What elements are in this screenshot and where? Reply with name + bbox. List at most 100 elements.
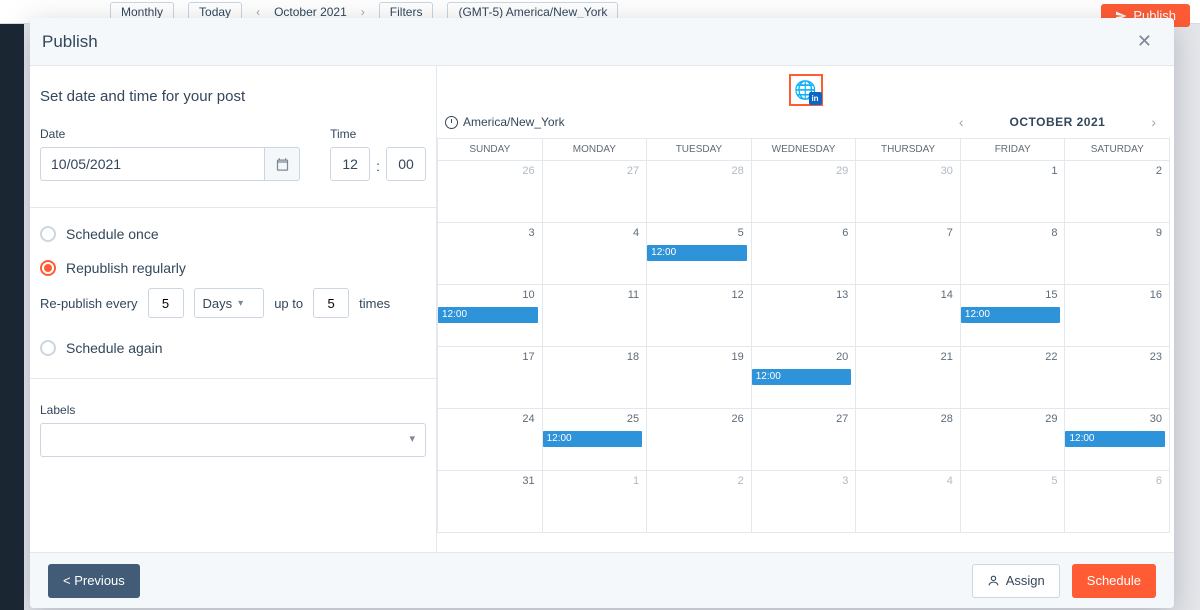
calendar-day-number: 13 xyxy=(836,289,848,301)
calendar-day-cell[interactable]: 23 xyxy=(1065,347,1170,409)
calendar-day-cell[interactable]: 25 12:00 xyxy=(543,409,648,471)
calendar-picker-icon[interactable] xyxy=(264,147,300,181)
calendar-day-cell[interactable]: 19 xyxy=(647,347,752,409)
calendar-day-number: 26 xyxy=(522,165,534,177)
calendar-day-cell[interactable]: 26 xyxy=(647,409,752,471)
calendar-prev-month[interactable]: ‹ xyxy=(953,114,970,130)
calendar-day-cell[interactable]: 11 xyxy=(543,285,648,347)
calendar-day-cell[interactable]: 6 xyxy=(1065,471,1170,533)
labels-label: Labels xyxy=(40,403,426,417)
calendar-day-cell[interactable]: 9 xyxy=(1065,223,1170,285)
calendar-day-number: 7 xyxy=(947,227,953,239)
repub-unit-select[interactable]: Days xyxy=(194,288,265,318)
calendar-day-header: WEDNESDAY xyxy=(752,139,857,161)
calendar-day-cell[interactable]: 7 xyxy=(856,223,961,285)
calendar-day-cell[interactable]: 16 xyxy=(1065,285,1170,347)
calendar-day-number: 28 xyxy=(941,413,953,425)
radio-schedule-again[interactable]: Schedule again xyxy=(40,340,426,356)
calendar-day-cell[interactable]: 4 xyxy=(543,223,648,285)
calendar-day-header: MONDAY xyxy=(543,139,648,161)
assign-button[interactable]: Assign xyxy=(972,564,1060,598)
calendar-day-cell[interactable]: 21 xyxy=(856,347,961,409)
repub-upto-input[interactable] xyxy=(313,288,349,318)
calendar-day-number: 18 xyxy=(627,351,639,363)
calendar-day-cell[interactable]: 1 xyxy=(961,161,1066,223)
calendar-day-number: 30 xyxy=(1150,413,1162,425)
calendar-day-cell[interactable]: 1512:00 xyxy=(961,285,1066,347)
radio-icon xyxy=(40,226,56,242)
calendar-day-cell[interactable]: 2012:00 xyxy=(752,347,857,409)
previous-button[interactable]: < Previous xyxy=(48,564,140,598)
calendar-day-cell[interactable]: 17 xyxy=(438,347,543,409)
calendar-day-cell[interactable]: 18 xyxy=(543,347,648,409)
calendar-day-cell[interactable]: 4 xyxy=(856,471,961,533)
calendar-day-cell[interactable]: 28 xyxy=(647,161,752,223)
calendar-day-cell[interactable]: 29 xyxy=(961,409,1066,471)
radio-schedule-once[interactable]: Schedule once xyxy=(40,226,426,242)
calendar-day-cell[interactable]: 24 xyxy=(438,409,543,471)
calendar-day-cell[interactable]: 3 xyxy=(752,471,857,533)
calendar-day-cell[interactable]: 31 xyxy=(438,471,543,533)
calendar-event[interactable]: 12:00 xyxy=(752,369,852,385)
calendar-day-number: 12 xyxy=(731,289,743,301)
calendar-event[interactable]: 12:00 xyxy=(543,431,643,447)
schedule-button[interactable]: Schedule xyxy=(1072,564,1156,598)
close-icon[interactable]: ✕ xyxy=(1133,27,1156,56)
calendar-day-cell[interactable]: 27 xyxy=(752,409,857,471)
calendar-event[interactable]: 12:00 xyxy=(438,307,538,323)
calendar-day-cell[interactable]: 6 xyxy=(752,223,857,285)
bg-prev-arrow[interactable]: ‹ xyxy=(256,5,260,19)
publish-settings-panel: Set date and time for your post Date Tim… xyxy=(30,66,437,552)
radio-icon xyxy=(40,260,56,276)
time-minute-input[interactable] xyxy=(386,147,426,181)
calendar-day-cell[interactable]: 12 xyxy=(647,285,752,347)
calendar-day-number: 5 xyxy=(738,227,744,239)
calendar-day-cell[interactable]: 13 xyxy=(752,285,857,347)
calendar-day-cell[interactable]: 2 xyxy=(1065,161,1170,223)
calendar-day-cell[interactable]: 28 xyxy=(856,409,961,471)
calendar-month-label: OCTOBER 2021 xyxy=(1010,115,1106,129)
modal-title: Publish xyxy=(42,32,98,52)
time-separator: : xyxy=(376,158,380,181)
calendar-day-cell[interactable]: 2 xyxy=(647,471,752,533)
radio-republish-regularly[interactable]: Republish regularly xyxy=(40,260,426,276)
calendar-day-number: 29 xyxy=(1045,413,1057,425)
calendar-day-cell[interactable]: 26 xyxy=(438,161,543,223)
time-hour-input[interactable] xyxy=(330,147,370,181)
calendar-day-cell[interactable]: 30 12:00 xyxy=(1065,409,1170,471)
calendar-event[interactable]: 12:00 xyxy=(961,307,1061,323)
repub-interval-input[interactable] xyxy=(148,288,184,318)
calendar-day-cell[interactable]: 30 xyxy=(856,161,961,223)
calendar-next-month[interactable]: › xyxy=(1145,114,1162,130)
bg-month: October 2021 xyxy=(274,5,347,19)
calendar-icon xyxy=(275,157,290,172)
calendar-day-number: 25 xyxy=(627,413,639,425)
calendar-day-cell[interactable]: 8 xyxy=(961,223,1066,285)
calendar-day-cell[interactable]: 27 xyxy=(543,161,648,223)
calendar-day-cell[interactable]: 1012:00 xyxy=(438,285,543,347)
calendar-day-number: 19 xyxy=(731,351,743,363)
calendar-day-cell[interactable]: 29 xyxy=(752,161,857,223)
calendar-event[interactable]: 12:00 xyxy=(647,245,747,261)
calendar-day-cell[interactable]: 22 xyxy=(961,347,1066,409)
account-badge[interactable]: 🌐 in xyxy=(789,74,823,106)
calendar-day-number: 6 xyxy=(842,227,848,239)
radio-icon xyxy=(40,340,56,356)
calendar-day-header: THURSDAY xyxy=(856,139,961,161)
calendar-day-number: 1 xyxy=(1051,165,1057,177)
clock-icon xyxy=(445,116,458,129)
calendar-timezone-label: America/New_York xyxy=(463,115,565,129)
bg-next-arrow[interactable]: › xyxy=(361,5,365,19)
modal-header: Publish ✕ xyxy=(30,18,1174,66)
calendar-day-cell[interactable]: 3 xyxy=(438,223,543,285)
calendar-event[interactable]: 12:00 xyxy=(1065,431,1165,447)
date-input[interactable] xyxy=(40,147,264,181)
calendar-day-cell[interactable]: 1 xyxy=(543,471,648,533)
calendar-day-cell[interactable]: 5 12:00 xyxy=(647,223,752,285)
calendar-day-cell[interactable]: 5 xyxy=(961,471,1066,533)
calendar-panel: 🌐 in America/New_York ‹ OCTOBER 2021 › S… xyxy=(437,66,1174,552)
calendar-day-number: 28 xyxy=(731,165,743,177)
calendar-day-cell[interactable]: 14 xyxy=(856,285,961,347)
repub-times-label: times xyxy=(359,296,390,311)
labels-select[interactable] xyxy=(40,423,426,457)
